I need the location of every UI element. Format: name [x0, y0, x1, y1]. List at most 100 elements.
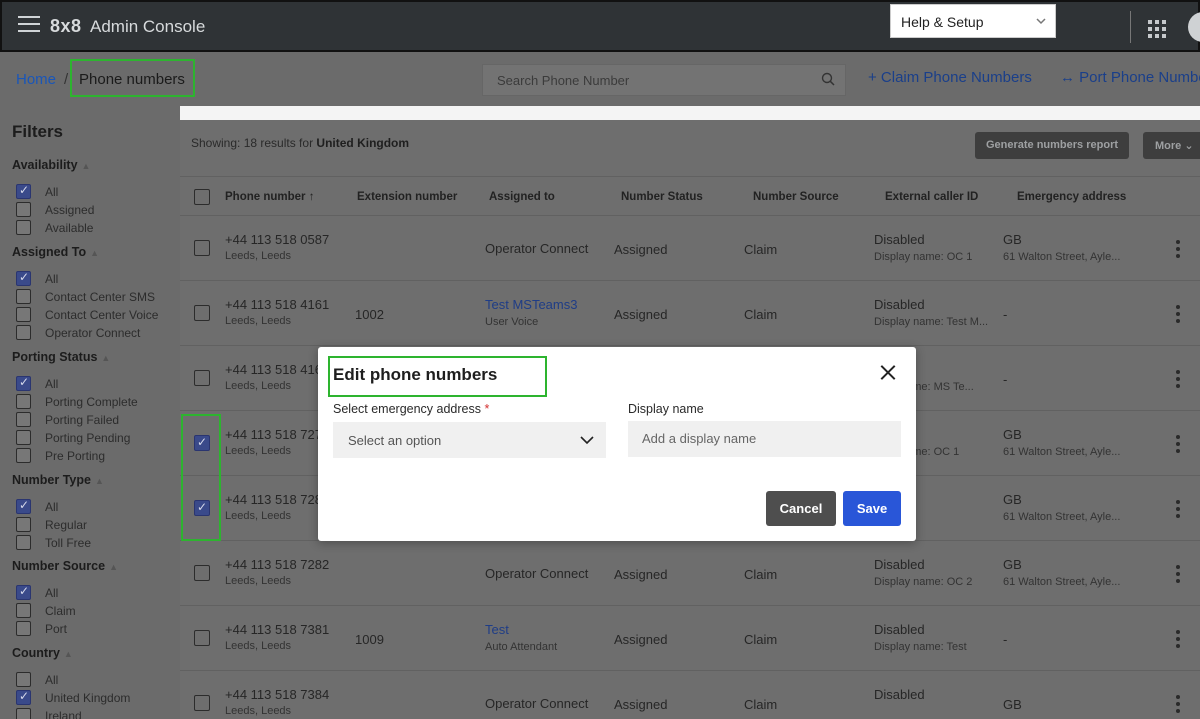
display-name-input[interactable]: Add a display name — [628, 421, 901, 457]
number-status: Assigned — [614, 307, 668, 322]
row-checkbox[interactable] — [194, 370, 210, 386]
modal-title: Edit phone numbers — [333, 365, 498, 384]
emergency-address-select[interactable]: Select an option — [333, 422, 606, 458]
filter-option-label: Porting Complete — [45, 395, 138, 409]
close-icon[interactable] — [880, 364, 896, 380]
phone-number: +44 113 518 7282 — [225, 557, 330, 572]
row-actions-kebab-icon[interactable] — [1176, 500, 1180, 518]
filter-checkbox[interactable] — [16, 708, 31, 719]
filter-option-label: Porting Pending — [45, 431, 131, 445]
filter-checkbox[interactable] — [16, 535, 31, 550]
caller-display-name: Display name: Test — [874, 641, 967, 653]
table-row[interactable]: +44 113 518 7381 Leeds, Leeds 1009 Test Auto… — [180, 606, 1200, 671]
row-actions-kebab-icon[interactable] — [1176, 435, 1180, 453]
row-actions-kebab-icon[interactable] — [1176, 695, 1180, 713]
filter-checkbox[interactable] — [16, 183, 31, 199]
filter-group-title[interactable]: Number Type ▲ — [12, 473, 104, 487]
generate-report-button[interactable]: Generate numbers report — [975, 132, 1129, 159]
filter-checkbox[interactable] — [16, 394, 31, 409]
table-row[interactable]: +44 113 518 4161 Leeds, Leeds 1002 Test MST… — [180, 281, 1200, 346]
phone-city: Leeds, Leeds — [225, 640, 292, 652]
apps-grid-icon[interactable] — [1148, 20, 1166, 38]
filter-checkbox[interactable] — [16, 375, 31, 391]
row-actions-kebab-icon[interactable] — [1176, 370, 1180, 388]
filter-checkbox[interactable] — [16, 689, 31, 705]
cancel-button[interactable]: Cancel — [766, 491, 836, 526]
claim-phone-numbers-link[interactable]: + Claim Phone Numbers — [868, 69, 1032, 86]
column-extension-number[interactable]: Extension number — [357, 191, 457, 203]
avatar[interactable] — [1188, 12, 1200, 42]
filter-checkbox[interactable] — [16, 448, 31, 463]
breadcrumb-home-link[interactable]: Home — [16, 71, 56, 88]
phone-city: Leeds, Leeds — [225, 380, 292, 392]
filter-group-title[interactable]: Country ▲ — [12, 646, 73, 660]
filter-checkbox[interactable] — [16, 325, 31, 340]
filter-group-title[interactable]: Availability ▲ — [12, 158, 90, 172]
search-icon[interactable] — [821, 72, 835, 86]
emergency-address: - — [1003, 307, 1008, 322]
phone-number: +44 113 518 727 — [225, 427, 322, 442]
filter-checkbox[interactable] — [16, 621, 31, 636]
brand-logo[interactable]: 8x8 — [50, 16, 82, 37]
filter-checkbox[interactable] — [16, 672, 31, 687]
row-checkbox[interactable] — [194, 630, 210, 646]
menu-icon[interactable] — [18, 16, 40, 34]
caller-display-name: Display name: Test M... — [874, 316, 989, 328]
assigned-to[interactable]: Test MSTeams3 — [485, 297, 577, 312]
filter-checkbox[interactable] — [16, 202, 31, 217]
filter-checkbox[interactable] — [16, 289, 31, 304]
emergency-address-detail: 61 Walton Street, Ayle... — [1003, 251, 1121, 263]
filter-group-label: Assigned To — [12, 245, 87, 259]
row-checkbox[interactable] — [194, 695, 210, 711]
row-checkbox[interactable] — [194, 305, 210, 321]
row-actions-kebab-icon[interactable] — [1176, 240, 1180, 258]
select-all-checkbox[interactable] — [194, 189, 210, 205]
filter-checkbox[interactable] — [16, 584, 31, 600]
filter-option-label: Ireland — [45, 709, 82, 719]
filter-group-title[interactable]: Porting Status ▲ — [12, 350, 110, 364]
emergency-address: GB — [1003, 427, 1022, 442]
filter-group-title[interactable]: Assigned To ▲ — [12, 245, 99, 259]
filter-option-label: Assigned — [45, 203, 95, 217]
help-setup-dropdown[interactable]: Help & Setup — [890, 4, 1056, 38]
filter-checkbox[interactable] — [16, 220, 31, 235]
port-phone-numbers-link[interactable]: ↔ Port Phone Numbers — [1060, 69, 1200, 86]
column-emergency-address[interactable]: Emergency address — [1017, 191, 1126, 203]
column-number-source[interactable]: Number Source — [753, 191, 839, 203]
filter-checkbox[interactable] — [16, 603, 31, 618]
column-number-status[interactable]: Number Status — [621, 191, 703, 203]
required-indicator: * — [484, 402, 490, 416]
filter-checkbox[interactable] — [16, 270, 31, 286]
filter-option-label: Contact Center Voice — [45, 308, 159, 322]
assigned-to[interactable]: Test — [485, 622, 509, 637]
table-row[interactable]: +44 113 518 0587 Leeds, Leeds Operator Con… — [180, 216, 1200, 281]
filter-checkbox[interactable] — [16, 430, 31, 445]
filter-option-label: Claim — [45, 604, 76, 618]
emergency-address: GB — [1003, 697, 1022, 712]
column-phone-number[interactable]: Phone number ↑ — [225, 191, 314, 203]
more-button[interactable]: More ⌄ — [1143, 132, 1200, 159]
filter-checkbox[interactable] — [16, 498, 31, 514]
chevron-up-icon: ▲ — [90, 248, 100, 258]
row-actions-kebab-icon[interactable] — [1176, 305, 1180, 323]
row-checkbox[interactable] — [194, 565, 210, 581]
row-actions-kebab-icon[interactable] — [1176, 630, 1180, 648]
filter-checkbox[interactable] — [16, 517, 31, 532]
filters-title: Filters — [12, 122, 64, 141]
filter-checkbox[interactable] — [16, 307, 31, 322]
save-button[interactable]: Save — [843, 491, 901, 526]
table-row[interactable]: +44 113 518 7282 Leeds, Leeds Operator Con… — [180, 541, 1200, 606]
row-checkbox[interactable] — [194, 240, 210, 256]
phone-city: Leeds, Leeds — [225, 510, 292, 522]
chevron-up-icon: ▲ — [81, 161, 91, 171]
filter-checkbox[interactable] — [16, 412, 31, 427]
column-external-caller-id[interactable]: External caller ID — [885, 191, 978, 203]
emergency-address: GB — [1003, 232, 1022, 247]
search-input[interactable]: Search Phone Number — [482, 64, 846, 96]
table-row[interactable]: +44 113 518 7384 Leeds, Leeds Operator Con… — [180, 671, 1200, 719]
extension-number: 1002 — [355, 307, 384, 322]
column-assigned-to[interactable]: Assigned to — [489, 191, 555, 203]
chevron-up-icon: ▲ — [94, 476, 104, 486]
filter-group-title[interactable]: Number Source ▲ — [12, 559, 118, 573]
row-actions-kebab-icon[interactable] — [1176, 565, 1180, 583]
